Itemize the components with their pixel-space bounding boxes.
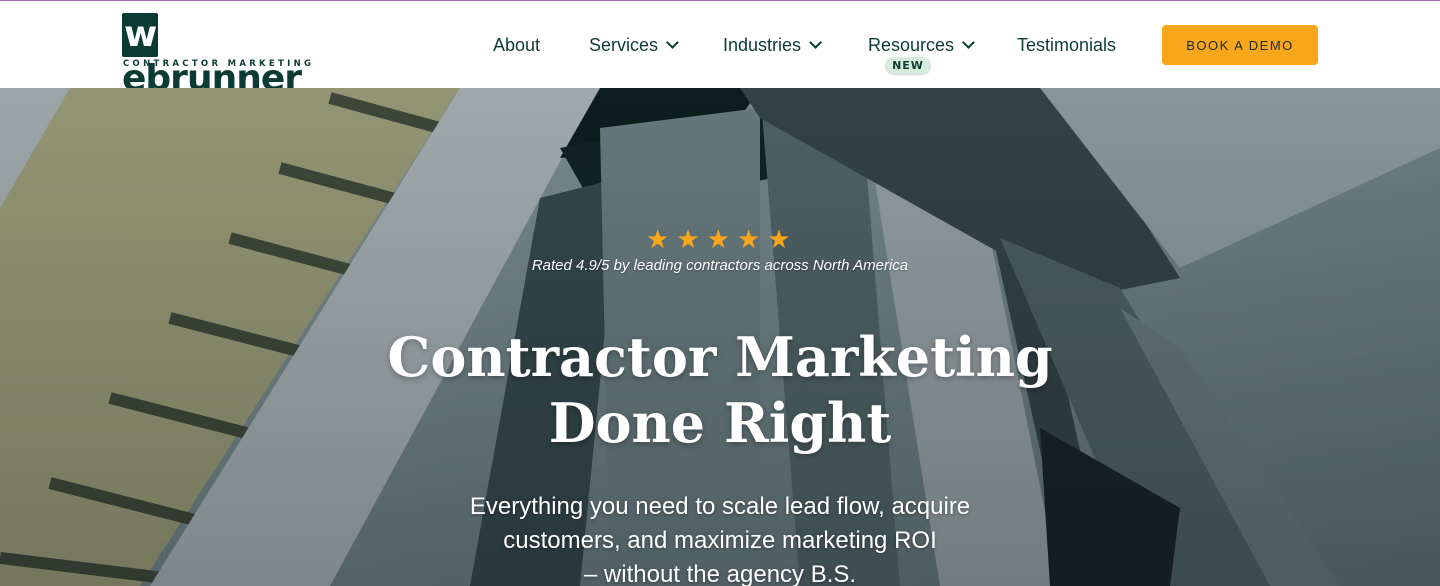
new-badge: NEW [885, 57, 931, 74]
hero-subtitle-line3: – without the agency B.S. [583, 561, 857, 586]
webrunner-logo[interactable]: webrunner CONTRACTOR MARKETING [122, 13, 315, 99]
nav-testimonials-label: Testimonials [1017, 34, 1117, 55]
star-icon: ★ [706, 225, 730, 255]
hero-section: ★ ★ ★ ★ ★ Rated 4.9/5 by leading contrac… [0, 88, 1440, 586]
star-icon: ★ [676, 225, 700, 255]
hero-title-line2: Done Right [548, 391, 892, 455]
nav-services[interactable]: Services [589, 33, 679, 57]
nav-testimonials[interactable]: Testimonials [1017, 33, 1116, 57]
nav-industries-label: Industries [723, 34, 802, 55]
nav-services-label: Services [589, 34, 659, 55]
hero-subtitle-line2: customers, and maximize marketing ROI [503, 527, 937, 554]
star-icon: ★ [736, 225, 761, 255]
nav-about[interactable]: About [493, 33, 540, 57]
hero-title: Contractor Marketing Done Right [0, 324, 1440, 456]
nav-about-label: About [493, 34, 541, 55]
chevron-down-icon [809, 36, 822, 49]
rating-stars: ★ ★ ★ ★ ★ [646, 226, 791, 254]
star-icon: ★ [767, 225, 791, 255]
rating-text: Rated 4.9/5 by leading contractors acros… [531, 257, 909, 274]
logo-tagline: CONTRACTOR MARKETING [123, 59, 315, 69]
site-header: webrunner CONTRACTOR MARKETING About Ser… [0, 1, 1440, 99]
star-icon: ★ [646, 225, 670, 255]
book-demo-button[interactable]: BOOK A DEMO [1162, 25, 1318, 65]
chevron-down-icon [962, 36, 975, 49]
hero-subtitle: Everything you need to scale lead flow, … [0, 490, 1440, 586]
hero-title-line1: Contractor Marketing [387, 325, 1053, 389]
nav-resources-label: Resources [868, 34, 955, 55]
hero-subtitle-line1: Everything you need to scale lead flow, … [469, 493, 971, 520]
nav-resources[interactable]: Resources [868, 33, 975, 57]
hero-content: ★ ★ ★ ★ ★ Rated 4.9/5 by leading contrac… [0, 88, 1440, 586]
chevron-down-icon [666, 36, 679, 49]
nav-industries[interactable]: Industries [723, 33, 822, 57]
logo-initial: w [122, 13, 159, 57]
